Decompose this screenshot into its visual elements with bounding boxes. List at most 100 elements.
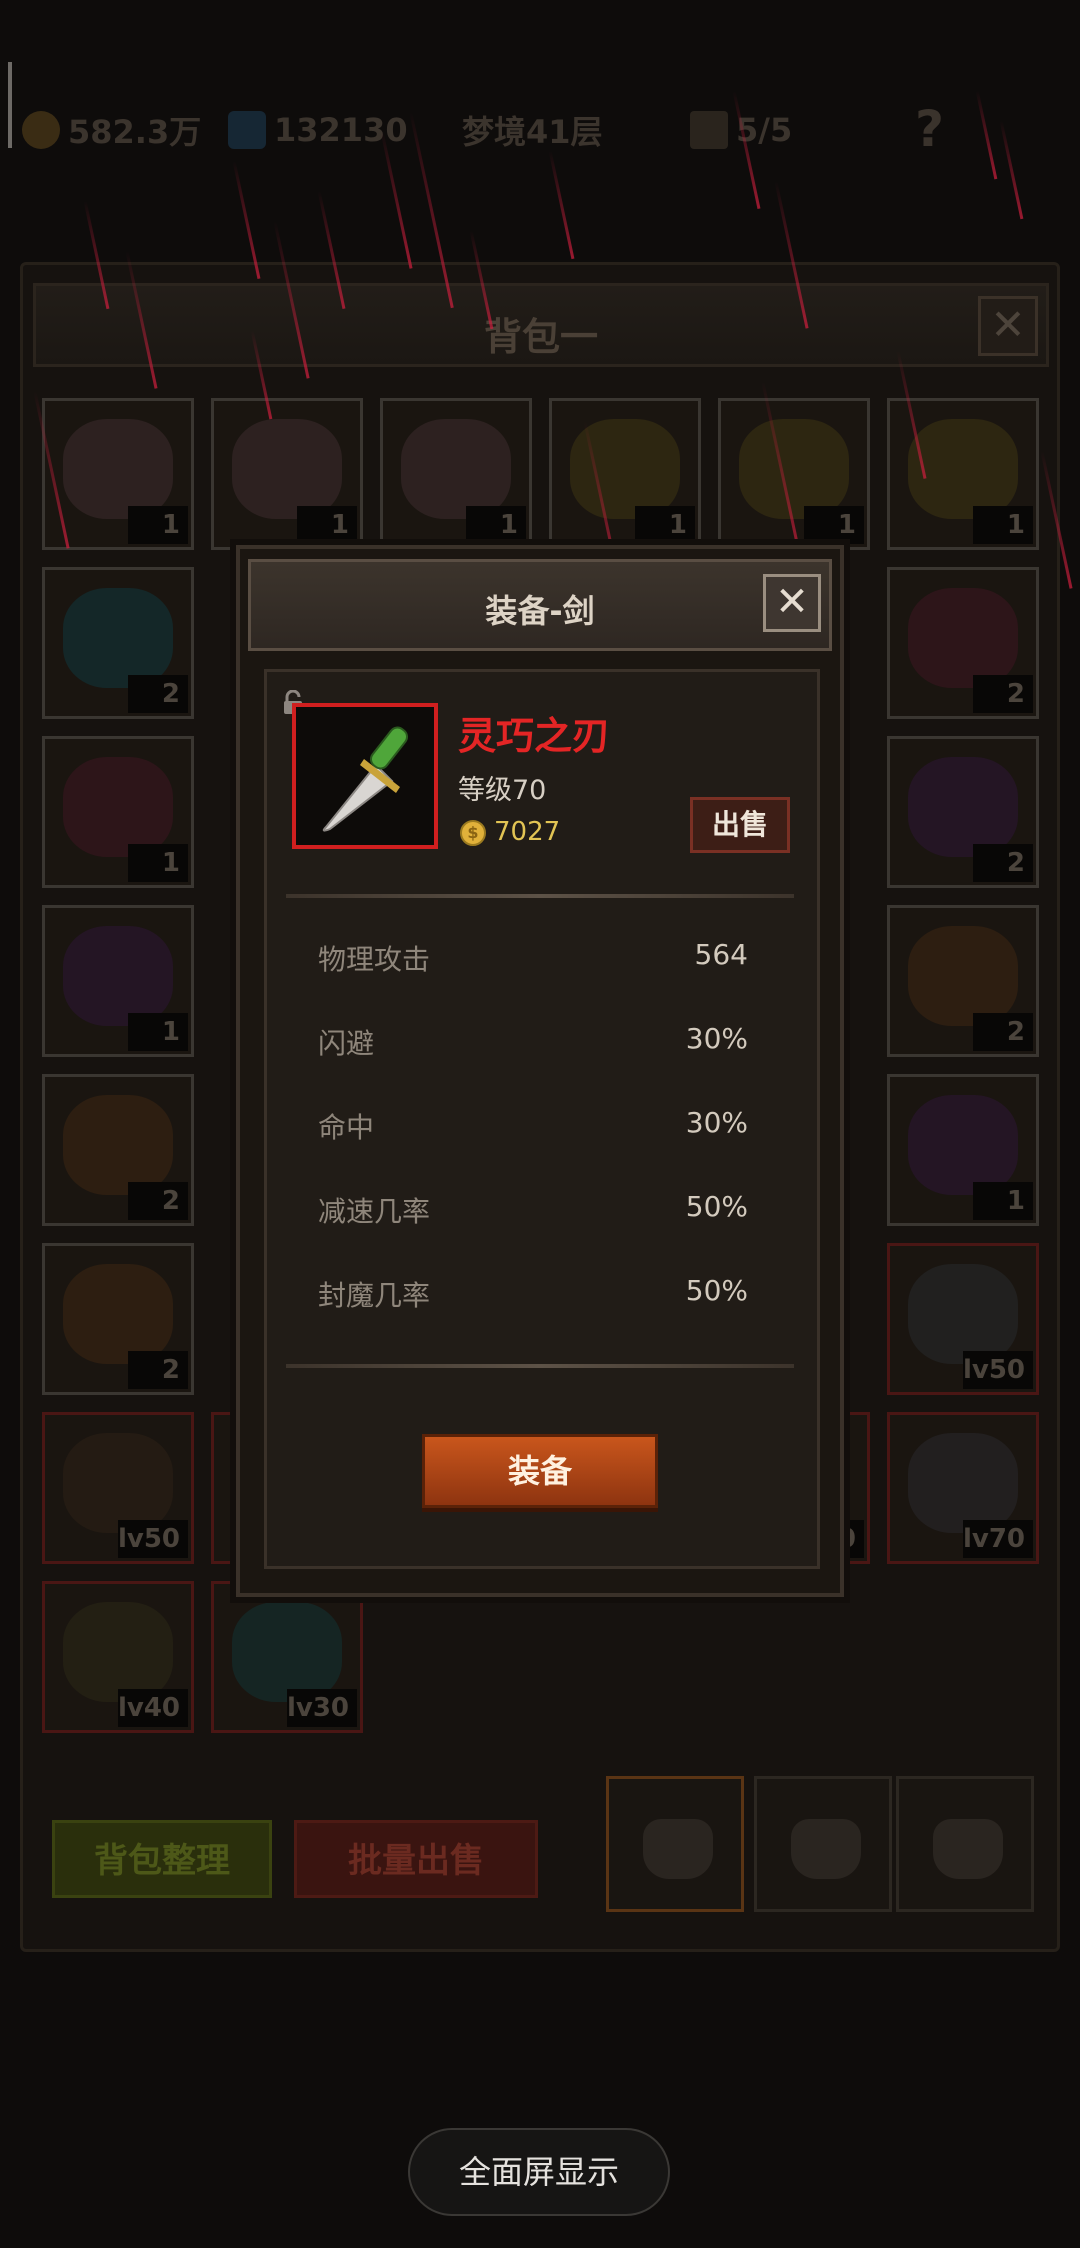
bag-slot[interactable]: 2 (42, 1074, 194, 1226)
slot-count: 1 (297, 506, 357, 544)
dungeon-label: 梦境41层 (462, 113, 603, 151)
stat-value: 30% (685, 1106, 748, 1139)
pouch-icon (791, 1819, 861, 1879)
slot-count: 1 (128, 1013, 188, 1051)
stat-row-dodge: 闪避 30% (318, 1022, 748, 1062)
bag-slot[interactable]: 1 (549, 398, 701, 550)
gem-amount: 132130 (274, 111, 408, 149)
slot-count: 2 (973, 844, 1033, 882)
item-price: 7027 (494, 817, 561, 847)
bag-slot[interactable]: 2 (42, 567, 194, 719)
item-icon-frame (292, 703, 438, 849)
stat-label: 封魔几率 (318, 1279, 431, 1312)
cake-icon (232, 419, 342, 519)
slot-count: 1 (973, 1182, 1033, 1220)
bag-slot[interactable]: 1 (42, 905, 194, 1057)
divider-top (286, 894, 794, 898)
bag-slot[interactable]: 1 (42, 736, 194, 888)
bag-slot[interactable]: 1 (211, 398, 363, 550)
pouch-icon (933, 1819, 1003, 1879)
stat-row-hit: 命中 30% (318, 1106, 748, 1146)
bag-slot[interactable]: lv50 (42, 1412, 194, 1564)
key-icon (690, 111, 728, 149)
stat-label: 命中 (318, 1111, 375, 1144)
potion-red-icon (63, 757, 173, 857)
gold-resource: 582.3万 (22, 108, 201, 152)
gem-resource: 132130 (228, 108, 408, 152)
modal-close-button[interactable]: ✕ (763, 574, 821, 632)
bag-slot[interactable]: 1 (887, 398, 1039, 550)
pouch-icon (643, 1819, 713, 1879)
bag-slot[interactable]: lv70 (887, 1412, 1039, 1564)
stat-value: 30% (685, 1022, 748, 1055)
modal-title: 装备-剑 (485, 592, 595, 630)
fullscreen-button[interactable]: 全面屏显示 (408, 2128, 670, 2216)
slot-count: 2 (128, 1351, 188, 1389)
bulk-sell-button[interactable]: 批量出售 (294, 1820, 538, 1898)
potion-purple-icon (63, 926, 173, 1026)
bag-title: 背包一 (483, 315, 598, 359)
slot-count: 1 (128, 844, 188, 882)
bag-slot[interactable]: 1 (380, 398, 532, 550)
helmet-icon (908, 1264, 1018, 1364)
bow-icon (63, 1433, 173, 1533)
dagger-icon (322, 726, 409, 832)
potion-purple-icon (908, 1095, 1018, 1195)
bag-slot[interactable]: 1 (887, 1074, 1039, 1226)
stat-row-seal-chance: 封魔几率 50% (318, 1274, 748, 1314)
gold-coin-icon (22, 111, 60, 149)
cake-icon (63, 419, 173, 519)
bag-slot[interactable]: 2 (887, 736, 1039, 888)
bag-slot[interactable]: lv30 (211, 1581, 363, 1733)
slot-count: 1 (973, 506, 1033, 544)
stat-label: 闪避 (318, 1027, 375, 1060)
slot-count: lv30 (286, 1689, 357, 1727)
stat-label: 减速几率 (318, 1195, 431, 1228)
orb-icon (232, 1602, 342, 1702)
beer-icon (739, 419, 849, 519)
bag-slot[interactable]: lv50 (887, 1243, 1039, 1395)
modal-header: 装备-剑 ✕ (248, 559, 832, 651)
stat-value: 50% (685, 1274, 748, 1307)
slot-count: 1 (804, 506, 864, 544)
stat-label: 物理攻击 (318, 943, 431, 976)
slot-count: 2 (973, 675, 1033, 713)
stat-row-physical-attack: 物理攻击 564 (318, 938, 748, 978)
coin-icon: $ (460, 820, 486, 846)
slot-count: 2 (128, 1182, 188, 1220)
resource-bar: 582.3万 132130 梦境41层 5/5 ? (0, 90, 1080, 170)
stat-row-slow-chance: 减速几率 50% (318, 1190, 748, 1230)
sell-button[interactable]: 出售 (690, 797, 790, 853)
bag-tab-2[interactable] (754, 1776, 892, 1912)
slot-count: 2 (973, 1013, 1033, 1051)
slot-count: 1 (635, 506, 695, 544)
item-level: 等级70 (458, 775, 547, 806)
potion-red-icon (908, 588, 1018, 688)
dagger-icon (908, 1433, 1018, 1533)
bag-close-button[interactable]: ✕ (978, 296, 1038, 356)
bag-slot[interactable]: 2 (887, 567, 1039, 719)
gem-icon (228, 111, 266, 149)
slot-count: lv50 (962, 1351, 1033, 1389)
slot-count: lv40 (117, 1689, 188, 1727)
potion-orange-icon (63, 1264, 173, 1364)
ring-icon (63, 1602, 173, 1702)
potion-teal-icon (63, 588, 173, 688)
slot-count: 2 (128, 675, 188, 713)
bag-slot[interactable]: 2 (42, 1243, 194, 1395)
stat-value: 564 (694, 938, 748, 971)
bag-tab-1[interactable] (606, 1776, 744, 1912)
cake-icon (401, 419, 511, 519)
potion-purple-icon (908, 757, 1018, 857)
potion-orange-icon (63, 1095, 173, 1195)
slot-count: lv50 (117, 1520, 188, 1558)
bag-slot[interactable]: lv40 (42, 1581, 194, 1733)
item-name: 灵巧之刃 (458, 714, 611, 758)
equip-button[interactable]: 装备 (422, 1434, 658, 1508)
bag-slot[interactable]: 2 (887, 905, 1039, 1057)
help-button[interactable]: ? (915, 100, 944, 158)
sort-bag-button[interactable]: 背包整理 (52, 1820, 272, 1898)
slot-count: 1 (466, 506, 526, 544)
slot-count: 1 (128, 506, 188, 544)
bag-tab-3[interactable] (896, 1776, 1034, 1912)
